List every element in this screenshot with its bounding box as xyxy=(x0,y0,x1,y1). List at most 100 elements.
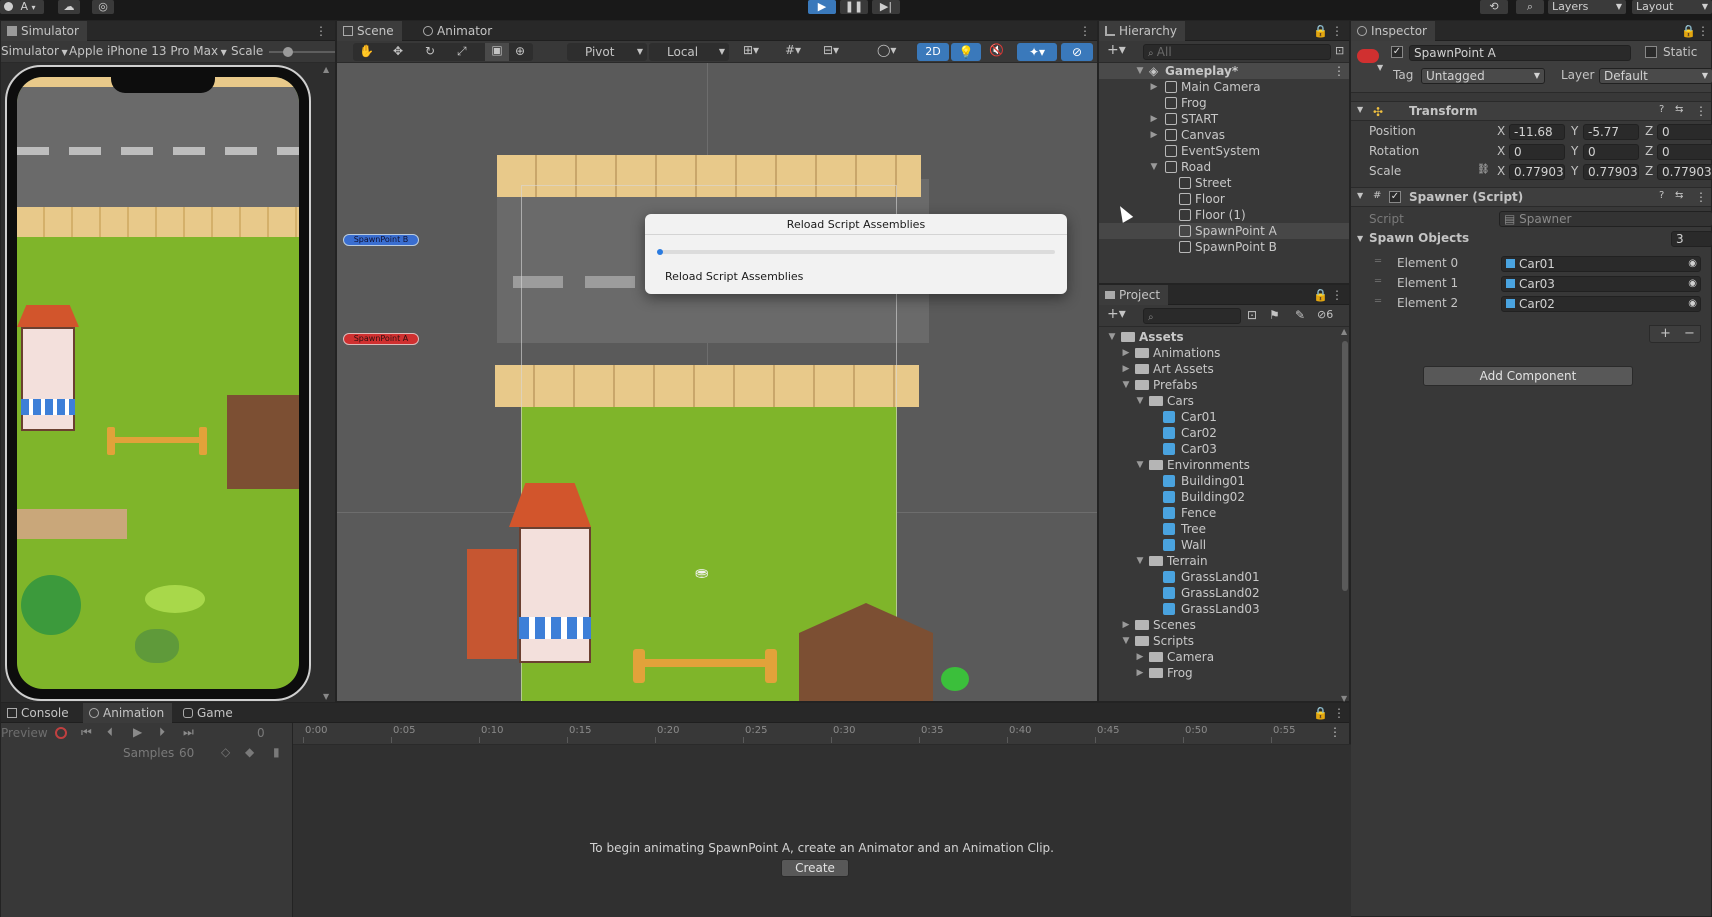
help-icon[interactable]: ? xyxy=(1659,190,1664,201)
event-marker-icon[interactable]: ▮ xyxy=(273,745,280,759)
project-scrollbar[interactable]: ▲ ▼ xyxy=(1341,327,1349,703)
step-button[interactable]: ▶| xyxy=(872,0,900,14)
play-icon[interactable]: ▶ xyxy=(133,725,142,739)
dopesheet-area[interactable]: To begin animating SpawnPoint A, create … xyxy=(293,745,1351,917)
hierarchy-item[interactable]: SpawnPoint A xyxy=(1099,223,1349,239)
project-folder[interactable]: ▼ Prefabs xyxy=(1099,377,1339,393)
project-asset[interactable]: Tree xyxy=(1099,521,1339,537)
tab-project[interactable]: Project xyxy=(1099,285,1169,305)
project-asset[interactable]: Building02 xyxy=(1099,489,1339,505)
object-name-input[interactable]: SpawnPoint A xyxy=(1409,45,1631,61)
preview-label[interactable]: Preview xyxy=(1,725,48,741)
effects-toggle[interactable]: ✦▾ xyxy=(1017,43,1057,61)
search-button[interactable]: ⌕ xyxy=(1516,0,1544,14)
element-object-field[interactable]: Car01 ◉ xyxy=(1501,256,1701,272)
scale-y-input[interactable]: 0.77903 xyxy=(1583,164,1639,180)
move-tool-icon[interactable]: ✥ xyxy=(393,44,403,58)
constrain-proportions-icon[interactable]: ⛓ xyxy=(1477,164,1490,175)
timeline-ruler[interactable]: 0:00 0:05 0:10 0:15 0:20 0:25 0:30 0:35 0:40 0:45… xyxy=(293,723,1351,745)
rotation-z-input[interactable]: 0 xyxy=(1657,144,1712,160)
expand-arrow-icon[interactable]: ▶ xyxy=(1135,665,1145,681)
game-screen[interactable] xyxy=(17,77,299,689)
add-dropdown[interactable]: +▾ xyxy=(1107,42,1126,58)
project-asset[interactable]: Car01 xyxy=(1099,409,1339,425)
tab-simulator[interactable]: Simulator xyxy=(1,21,87,41)
project-search-input[interactable]: ⌕ xyxy=(1143,308,1241,324)
rotation-x-input[interactable]: 0 xyxy=(1509,144,1565,160)
more-options-icon[interactable]: ⋮ xyxy=(1333,706,1345,720)
remove-element-button[interactable]: − xyxy=(1684,326,1695,341)
scale-tool-icon[interactable]: ⤢ xyxy=(457,44,467,59)
draw-mode-icon[interactable]: ◯▾ xyxy=(877,43,896,57)
expand-arrow-icon[interactable]: ▶ xyxy=(1149,79,1159,95)
transform-tool-icon[interactable]: ⊕ xyxy=(515,44,525,58)
scene-filter-icon[interactable]: ⊡ xyxy=(1335,44,1344,57)
hand-tool-icon[interactable]: ✋ xyxy=(359,44,374,58)
project-folder[interactable]: ▶ Animations xyxy=(1099,345,1339,361)
hierarchy-item[interactable]: Frog xyxy=(1099,95,1349,111)
lock-icon[interactable]: 🔒 xyxy=(1313,288,1328,302)
hierarchy-search-input[interactable]: ⌕ All xyxy=(1143,44,1331,60)
pivot-dropdown[interactable]: Pivot ▼ xyxy=(567,43,647,61)
active-checkbox[interactable]: ✓ xyxy=(1391,46,1403,58)
more-options-icon[interactable]: ⋮ xyxy=(1329,725,1341,739)
tab-game[interactable]: Game xyxy=(177,703,241,723)
hierarchy-item[interactable]: ▼ Road xyxy=(1099,159,1349,175)
project-asset[interactable]: Car03 xyxy=(1099,441,1339,457)
more-options-icon[interactable]: ⋮ xyxy=(1333,63,1345,79)
project-folder[interactable]: ▶ Scenes xyxy=(1099,617,1339,633)
lighting-toggle[interactable]: 💡 xyxy=(951,43,981,61)
lock-icon[interactable]: 🔒 xyxy=(1313,24,1328,38)
expand-arrow-icon[interactable]: ▼ xyxy=(1135,63,1145,79)
scroll-thumb[interactable] xyxy=(1342,341,1348,591)
drag-handle-icon[interactable]: ═ xyxy=(1375,256,1381,267)
scroll-up-icon[interactable]: ▲ xyxy=(1341,327,1347,336)
tag-dropdown[interactable]: Untagged ▼ xyxy=(1421,68,1545,84)
first-key-icon[interactable]: ⏮ xyxy=(81,725,92,740)
add-component-button[interactable]: Add Component xyxy=(1423,366,1633,386)
project-asset[interactable]: GrassLand01 xyxy=(1099,569,1339,585)
help-icon[interactable]: ? xyxy=(1659,104,1664,115)
layer-dropdown[interactable]: Default ▼ xyxy=(1599,68,1712,84)
object-picker-icon[interactable]: ◉ xyxy=(1688,277,1697,291)
project-asset[interactable]: Fence xyxy=(1099,505,1339,521)
create-dropdown[interactable]: +▾ xyxy=(1107,306,1126,322)
position-y-input[interactable]: -5.77 xyxy=(1583,124,1639,140)
expand-arrow-icon[interactable]: ▶ xyxy=(1121,345,1131,361)
spawn-point-b-gizmo[interactable]: SpawnPoint B xyxy=(343,234,419,246)
expand-arrow-icon[interactable]: ▶ xyxy=(1149,111,1159,127)
element-object-field[interactable]: Car02 ◉ xyxy=(1501,296,1701,312)
scale-slider[interactable] xyxy=(269,47,335,57)
layers-dropdown[interactable]: Layers ▼ xyxy=(1548,0,1626,14)
collab-button[interactable]: ◎ xyxy=(92,0,114,14)
expand-arrow-icon[interactable]: ▼ xyxy=(1149,159,1159,175)
expand-arrow-icon[interactable]: ▶ xyxy=(1121,361,1131,377)
last-key-icon[interactable]: ⏭ xyxy=(183,725,194,740)
snap-increment-icon[interactable]: ⊟▾ xyxy=(823,43,839,57)
static-checkbox[interactable] xyxy=(1645,46,1657,58)
element-object-field[interactable]: Car03 ◉ xyxy=(1501,276,1701,292)
scrollbar[interactable]: ▲ ▼ xyxy=(323,65,331,701)
spawn-point-a-gizmo[interactable]: SpawnPoint A xyxy=(343,333,419,345)
drag-handle-icon[interactable]: ═ xyxy=(1375,296,1381,307)
cloud-button[interactable]: ☁ xyxy=(58,0,80,14)
rotate-tool-icon[interactable]: ↻ xyxy=(425,44,435,58)
project-folder[interactable]: ▼ Assets xyxy=(1099,329,1339,345)
scroll-down-icon[interactable]: ▼ xyxy=(323,692,329,701)
hierarchy-item[interactable]: EventSystem xyxy=(1099,143,1349,159)
hierarchy-item[interactable]: SpawnPoint B xyxy=(1099,239,1349,255)
object-picker-icon[interactable]: ◉ xyxy=(1688,297,1697,311)
audio-toggle-icon[interactable]: 🔇 xyxy=(989,43,1004,57)
toggle-2d-button[interactable]: 2D xyxy=(917,43,949,61)
object-icon[interactable] xyxy=(1357,49,1379,63)
rotation-y-input[interactable]: 0 xyxy=(1583,144,1639,160)
tab-animator[interactable]: Animator xyxy=(417,21,500,41)
spawn-objects-count[interactable]: 3 xyxy=(1671,231,1712,247)
spawner-header[interactable]: ▼ # ✓ Spawner (Script) ? ⇆ ⋮ xyxy=(1351,187,1711,207)
drag-handle-icon[interactable]: ═ xyxy=(1375,276,1381,287)
project-folder[interactable]: ▼ Terrain xyxy=(1099,553,1339,569)
project-folder[interactable]: ▼ Scripts xyxy=(1099,633,1339,649)
position-z-input[interactable]: 0 xyxy=(1657,124,1712,140)
simulator-mode-dropdown[interactable]: Simulator ▼ xyxy=(1,43,68,61)
spawn-objects-label[interactable]: Spawn Objects xyxy=(1369,230,1469,246)
